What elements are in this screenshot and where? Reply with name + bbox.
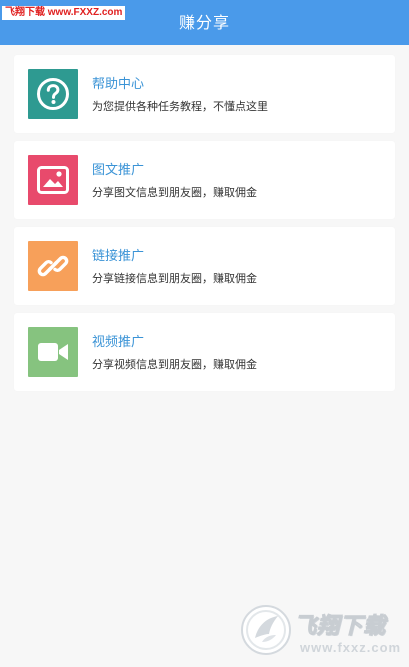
- card-help-center-description: 为您提供各种任务教程，不懂点这里: [92, 100, 268, 113]
- card-video-promo-title: 视频推广: [92, 335, 145, 350]
- watermark-brand: 飞翔下载: [293, 614, 387, 640]
- card-link-promo-title: 链接推广: [92, 249, 145, 264]
- card-help-center-title: 帮助中心: [92, 77, 145, 92]
- video-camera-icon: [28, 327, 78, 377]
- card-image-text-promo-description: 分享图文信息到朋友圈，赚取佣金: [92, 186, 257, 199]
- watermark-site-name: 飞翔下载: [5, 7, 45, 18]
- card-video-promo[interactable]: 视频推广 分享视频信息到朋友圈，赚取佣金: [14, 313, 395, 391]
- watermark-logo: 飞翔下载 www.fxxz.com: [240, 604, 405, 662]
- card-image-text-promo-title: 图文推广: [92, 163, 145, 178]
- site-logo-icon: [241, 605, 291, 655]
- watermark-url: www.FXXZ.com: [47, 7, 123, 18]
- card-image-text-promo[interactable]: 图文推广 分享图文信息到朋友圈，赚取佣金: [14, 141, 395, 219]
- link-icon: [28, 241, 78, 291]
- question-circle-icon: [28, 69, 78, 119]
- image-icon: [28, 155, 78, 205]
- card-video-promo-description: 分享视频信息到朋友圈，赚取佣金: [92, 358, 257, 371]
- watermark-top: 飞翔下载 www.FXXZ.com: [2, 6, 126, 20]
- card-link-promo-description: 分享链接信息到朋友圈，赚取佣金: [92, 272, 257, 285]
- card-help-center[interactable]: 帮助中心 为您提供各种任务教程，不懂点这里: [14, 55, 395, 133]
- card-link-promo[interactable]: 链接推广 分享链接信息到朋友圈，赚取佣金: [14, 227, 395, 305]
- watermark-bottom-url: www.fxxz.com: [300, 640, 402, 655]
